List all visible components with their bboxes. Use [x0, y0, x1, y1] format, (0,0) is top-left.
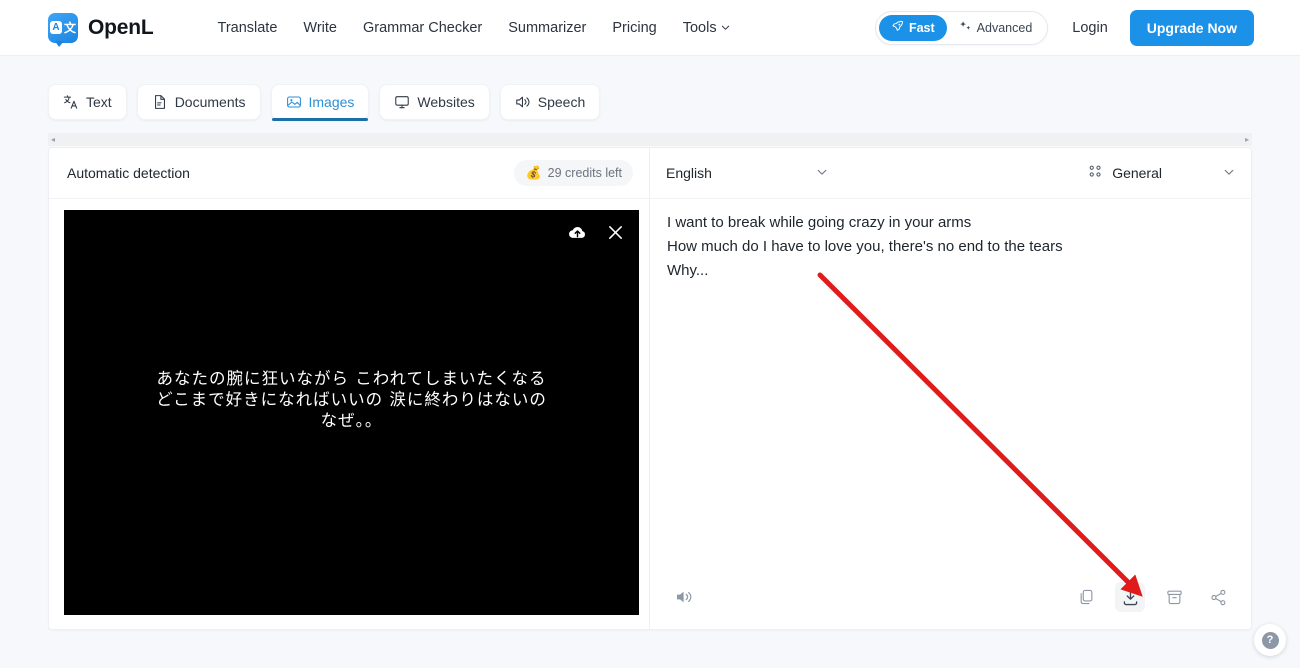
scroll-right-arrow[interactable]: ▸	[1242, 135, 1252, 144]
nav-item-tools[interactable]: Tools	[683, 20, 729, 36]
mode-tabs: Text Documents Images Websites Speech	[48, 84, 601, 121]
credits-badge[interactable]: 💰 29 credits left	[514, 160, 633, 186]
target-language-selector[interactable]: English	[666, 165, 836, 181]
chevron-down-icon	[816, 165, 836, 181]
main-nav: Translate Write Grammar Checker Summariz…	[218, 20, 729, 36]
credits-label: 29 credits left	[547, 166, 622, 180]
upgrade-now-button[interactable]: Upgrade Now	[1129, 9, 1254, 46]
play-audio-button[interactable]	[668, 581, 700, 613]
tab-label: Text	[86, 94, 112, 110]
logo-cjk-character: 文	[63, 20, 76, 35]
target-pane-header: English General	[650, 148, 1251, 199]
speed-mode-toggle: Fast Advanced	[874, 10, 1049, 45]
scroll-left-arrow[interactable]: ◂	[48, 135, 58, 144]
cloud-upload-icon[interactable]	[567, 222, 588, 248]
header-actions: Fast Advanced Login Upgrade Now	[874, 9, 1254, 46]
translation-output-text[interactable]: I want to break while going crazy in you…	[667, 211, 1221, 283]
translation-panel: Automatic detection 💰 29 credits left あな…	[48, 147, 1252, 630]
nav-label: Tools	[682, 19, 717, 36]
tab-speech[interactable]: Speech	[499, 84, 601, 120]
tab-text[interactable]: Text	[48, 84, 127, 120]
uploaded-image-preview[interactable]: あなたの腕に狂いながら こわれてしまいたくなる どこまで好きになればいいの 涙に…	[64, 210, 639, 615]
nav-item-write[interactable]: Write	[303, 20, 337, 36]
tab-images[interactable]: Images	[270, 84, 370, 121]
mode-advanced-label: Advanced	[976, 20, 1033, 35]
close-icon[interactable]	[606, 223, 625, 247]
tab-label: Documents	[174, 94, 246, 110]
chevron-down-icon	[721, 23, 729, 31]
sparkles-icon	[959, 20, 972, 36]
image-icon	[286, 94, 302, 110]
image-action-buttons	[567, 222, 625, 248]
question-mark-icon: ?	[1261, 631, 1279, 649]
target-pane: English General I want to break while go…	[650, 148, 1251, 629]
mode-advanced-button[interactable]: Advanced	[947, 15, 1045, 41]
nav-item-pricing[interactable]: Pricing	[612, 20, 656, 36]
mode-fast-button[interactable]: Fast	[878, 14, 947, 41]
tab-documents[interactable]: Documents	[136, 84, 261, 120]
archive-button[interactable]	[1159, 582, 1189, 612]
brand-logo-link[interactable]: A 文 OpenL	[48, 12, 154, 47]
app-page: A 文 OpenL Translate Write Grammar Checke…	[0, 0, 1300, 668]
source-language-selector[interactable]: Automatic detection	[67, 165, 190, 181]
target-language-label: English	[666, 165, 712, 181]
image-overlay-text: あなたの腕に狂いながら こわれてしまいたくなる どこまで好きになればいいの 涙に…	[156, 369, 547, 430]
monitor-icon	[394, 94, 410, 110]
nav-label: Summarizer	[508, 19, 587, 36]
logo-letter-a: A	[49, 21, 62, 34]
tone-selector[interactable]: General	[1088, 164, 1235, 182]
tab-label: Websites	[417, 94, 475, 110]
tab-label: Speech	[537, 94, 586, 110]
login-link[interactable]: Login	[1072, 20, 1107, 36]
nav-label: Grammar Checker	[362, 19, 483, 36]
share-button[interactable]	[1203, 582, 1233, 612]
openl-logo-icon: A 文	[48, 12, 78, 47]
top-navigation-bar: A 文 OpenL Translate Write Grammar Checke…	[0, 0, 1300, 56]
grid-icon	[1088, 164, 1103, 182]
tone-label: General	[1112, 165, 1162, 181]
tab-websites[interactable]: Websites	[379, 84, 490, 120]
horizontal-scrollbar[interactable]: ◂ ▸	[48, 133, 1252, 146]
nav-label: Translate	[217, 19, 278, 36]
brand-name: OpenL	[88, 15, 154, 39]
money-bag-icon: 💰	[525, 165, 542, 180]
copy-button[interactable]	[1071, 582, 1101, 612]
tab-label: Images	[308, 94, 355, 110]
nav-label: Pricing	[612, 19, 657, 36]
translate-icon	[63, 94, 79, 110]
speaker-icon	[515, 94, 531, 110]
output-action-buttons	[1071, 582, 1233, 612]
nav-item-translate[interactable]: Translate	[218, 20, 278, 36]
nav-label: Write	[303, 19, 337, 36]
output-toolbar	[650, 581, 1251, 613]
help-button[interactable]: ?	[1254, 624, 1286, 656]
document-icon	[152, 94, 168, 110]
download-button[interactable]	[1115, 582, 1145, 612]
source-pane: Automatic detection 💰 29 credits left あな…	[49, 148, 650, 629]
rocket-icon	[891, 20, 904, 36]
nav-item-grammar-checker[interactable]: Grammar Checker	[363, 20, 482, 36]
chevron-down-icon	[1223, 165, 1235, 181]
nav-item-summarizer[interactable]: Summarizer	[508, 20, 586, 36]
source-pane-header: Automatic detection 💰 29 credits left	[49, 148, 649, 199]
mode-fast-label: Fast	[908, 20, 935, 35]
